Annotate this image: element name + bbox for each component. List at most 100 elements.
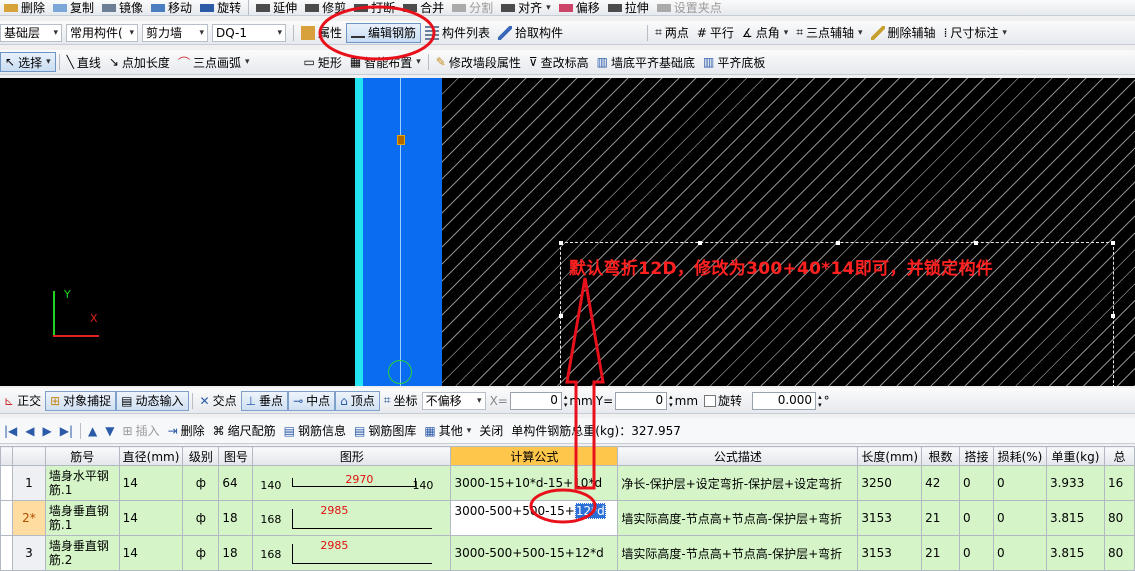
total-weight-cell[interactable]: 16: [1103, 465, 1135, 501]
break-button[interactable]: 打断: [350, 0, 399, 15]
col-shape[interactable]: 图形: [252, 446, 452, 466]
lap-cell[interactable]: 0: [959, 500, 994, 536]
element-select[interactable]: DQ-1: [212, 23, 286, 42]
last-record-button[interactable]: ▶|: [56, 418, 77, 443]
flush-bottom-button[interactable]: ▥ 平齐底板: [699, 50, 769, 74]
insert-button[interactable]: ⊞ 插入: [119, 418, 164, 443]
rect-button[interactable]: ▭ 矩形: [300, 50, 346, 74]
y-spinner[interactable]: ▴ ▾: [669, 393, 673, 409]
x-input[interactable]: 0: [509, 391, 562, 410]
wall-element[interactable]: [363, 78, 442, 386]
vertex-snap[interactable]: ⌂ 顶点: [335, 390, 380, 411]
diameter-cell[interactable]: 14: [118, 465, 184, 501]
rebar-info-button[interactable]: ▤ 钢筋信息: [280, 418, 350, 443]
move-down-button[interactable]: ▼: [101, 418, 118, 443]
col-formula[interactable]: 计算公式: [450, 446, 619, 466]
rotate-button[interactable]: 旋转: [196, 0, 245, 15]
unit-weight-cell[interactable]: 3.815: [1045, 535, 1105, 571]
perpendicular-snap[interactable]: ⊥ 垂点: [240, 390, 289, 411]
shape-cell[interactable]: 168 2985: [252, 500, 452, 536]
rotate-input[interactable]: 0.000: [752, 391, 817, 410]
rebar-library-button[interactable]: ▤ 钢筋图库: [350, 418, 420, 443]
unit-weight-cell[interactable]: 3.933: [1045, 465, 1105, 501]
count-cell[interactable]: 42: [921, 465, 961, 501]
row-number[interactable]: 1: [11, 465, 46, 501]
shape-cell[interactable]: 168 2985: [252, 535, 452, 571]
loss-cell[interactable]: 0: [992, 535, 1047, 571]
figure-cell[interactable]: 18: [218, 500, 254, 536]
split-button[interactable]: 分割: [448, 0, 497, 15]
formula-selected-text[interactable]: 12*d: [574, 503, 606, 519]
diameter-cell[interactable]: 14: [118, 500, 184, 536]
col-description[interactable]: 公式描述: [617, 446, 859, 466]
coordinate-snap[interactable]: ⌗ 坐标: [380, 388, 422, 413]
shape-cell[interactable]: 140 2970 140: [252, 465, 452, 501]
total-weight-cell[interactable]: 80: [1103, 535, 1135, 571]
table-row-selected[interactable]: 2* 墙身垂直钢筋.1 14 ф 18 168 2985 3000-500+50…: [0, 500, 1135, 536]
first-record-button[interactable]: |◀: [0, 418, 21, 443]
diameter-cell[interactable]: 14: [118, 535, 184, 571]
formula-cell[interactable]: 3000-15+10*d-15+10*d: [450, 465, 619, 501]
dynamic-input-toggle[interactable]: ▤ 动态输入: [116, 390, 189, 411]
col-lap[interactable]: 搭接: [959, 446, 994, 466]
col-name[interactable]: 筋号: [44, 446, 120, 466]
formula-edit-cell[interactable]: 3000-500+500-15+12*d: [450, 500, 619, 536]
stretch-button[interactable]: 拉伸: [604, 0, 653, 15]
modify-segment-button[interactable]: ✎ 修改墙段属性: [432, 50, 525, 74]
loss-cell[interactable]: 0: [992, 465, 1047, 501]
unit-weight-cell[interactable]: 3.815: [1045, 500, 1105, 536]
point-length-button[interactable]: ↘ 点加长度: [105, 50, 174, 74]
point-angle-button[interactable]: ∡ 点角 ▾: [738, 21, 792, 44]
floor-select[interactable]: 基础层: [0, 23, 62, 42]
formula-cell[interactable]: 3000-500+500-15+12*d: [450, 535, 619, 571]
table-row[interactable]: 1 墙身水平钢筋.1 14 ф 64 140 2970 140 3000-15+…: [0, 465, 1135, 501]
other-menu-button[interactable]: ▦ 其他 ▾: [420, 418, 475, 443]
align-bottom-button[interactable]: ▥ 墙底平齐基础底: [593, 50, 699, 74]
move-up-button[interactable]: ▲: [84, 418, 101, 443]
set-grip-button[interactable]: 设置夹点: [653, 0, 726, 15]
delete-axis-button[interactable]: 删除辅轴: [867, 21, 940, 44]
col-count[interactable]: 根数: [921, 446, 961, 466]
y-input[interactable]: 0: [615, 391, 668, 410]
col-total[interactable]: 总: [1103, 446, 1135, 466]
midpoint-snap[interactable]: ⊸ 中点: [288, 390, 336, 411]
count-cell[interactable]: 21: [921, 535, 961, 571]
rebar-name-cell[interactable]: 墙身垂直钢筋.1: [44, 500, 120, 536]
loss-cell[interactable]: 0: [992, 500, 1047, 536]
grade-cell[interactable]: ф: [182, 465, 220, 501]
component-list-button[interactable]: 构件列表: [421, 21, 494, 44]
lap-cell[interactable]: 0: [959, 465, 994, 501]
count-cell[interactable]: 21: [921, 500, 961, 536]
intersection-snap[interactable]: ✕ 交点: [196, 388, 241, 413]
smart-layout-button[interactable]: ▦ 智能布置 ▾: [346, 50, 425, 74]
scale-rebar-button[interactable]: ⌘ 缩尺配筋: [209, 418, 280, 443]
two-point-axis-button[interactable]: ⌗ 两点: [651, 21, 693, 44]
type-select[interactable]: 剪力墙: [142, 23, 208, 42]
rotate-checkbox[interactable]: [704, 394, 717, 407]
rebar-name-cell[interactable]: 墙身水平钢筋.1: [44, 465, 120, 501]
x-spinner[interactable]: ▴ ▾: [564, 393, 568, 409]
extend-button[interactable]: 延伸: [252, 0, 301, 15]
total-weight-cell[interactable]: 80: [1103, 500, 1135, 536]
arc-button[interactable]: ⌒ 三点画弧 ▾: [174, 50, 254, 74]
trim-button[interactable]: 修剪: [301, 0, 350, 15]
length-cell[interactable]: 3250: [857, 465, 923, 501]
row-number[interactable]: 2*: [11, 500, 46, 536]
copy-button[interactable]: 复制: [49, 0, 98, 15]
col-diameter[interactable]: 直径(mm): [118, 446, 184, 466]
rebar-name-cell[interactable]: 墙身垂直钢筋.2: [44, 535, 120, 571]
length-cell[interactable]: 3153: [857, 500, 923, 536]
length-cell[interactable]: 3153: [857, 535, 923, 571]
dimension-button[interactable]: ⁞ 尺寸标注 ▾: [940, 21, 1011, 44]
drawing-canvas[interactable]: 默认弯折12D，修改为300+40*14即可，并锁定构件 Y X: [0, 78, 1135, 386]
object-snap-toggle[interactable]: ⊞ 对象捕捉: [45, 390, 117, 411]
merge-button[interactable]: 合并: [399, 0, 448, 15]
select-button[interactable]: ↖ 选择 ▾: [0, 52, 56, 72]
col-unit-weight[interactable]: 单重(kg): [1045, 446, 1105, 466]
figure-cell[interactable]: 18: [218, 535, 254, 571]
description-cell[interactable]: 净长-保护层+设定弯折-保护层+设定弯折: [617, 465, 859, 501]
row-number[interactable]: 3: [11, 535, 46, 571]
offset-mode-select[interactable]: 不偏移: [421, 391, 486, 410]
parallel-axis-button[interactable]: # 平行: [693, 21, 738, 44]
three-point-axis-button[interactable]: ⌗ 三点辅轴 ▾: [792, 21, 866, 44]
